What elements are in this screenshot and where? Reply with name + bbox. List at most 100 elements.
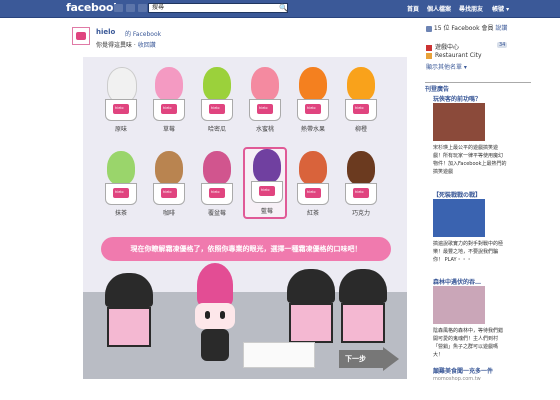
swirl-icon bbox=[299, 151, 327, 185]
swirl-icon bbox=[203, 67, 231, 101]
game-center-count: 34 bbox=[497, 42, 508, 48]
flavor-cup-coffee[interactable]: 咖啡 bbox=[147, 151, 191, 221]
restaurant-city-label: Restaurant City bbox=[435, 52, 482, 59]
flavor-cup-strawberry[interactable]: 草莓 bbox=[147, 67, 191, 137]
cup-badge bbox=[259, 186, 275, 196]
cup-badge bbox=[305, 104, 321, 114]
mascot-eye bbox=[205, 311, 210, 319]
flavor-label: 藍莓 bbox=[260, 208, 273, 215]
nav-account[interactable]: 帳號 ▾ bbox=[492, 4, 509, 13]
swirl-icon bbox=[251, 67, 279, 101]
cup-badge bbox=[209, 188, 225, 198]
flavor-label: 水蜜桃 bbox=[255, 126, 274, 133]
mascot-character bbox=[185, 263, 245, 375]
page-name[interactable]: hielo bbox=[96, 28, 115, 36]
swirl-icon bbox=[107, 67, 137, 103]
like-status-text: 你覺得這異味 · bbox=[96, 42, 138, 49]
swirl-icon bbox=[253, 149, 281, 183]
next-step-button[interactable]: 下一步 bbox=[339, 347, 401, 371]
mascot-body bbox=[201, 329, 229, 361]
flavor-cup-tropical[interactable]: 熱帶水果 bbox=[291, 67, 335, 137]
flavor-label: 紅茶 bbox=[306, 210, 319, 217]
ad-title[interactable]: 【死裝戰戰の戰】 bbox=[433, 190, 481, 199]
game-center-item[interactable]: 遊戲中心 bbox=[426, 42, 459, 51]
swirl-icon bbox=[155, 151, 183, 185]
nav-find-friends[interactable]: 尋找朋友 bbox=[459, 4, 483, 13]
flavor-label: 草莓 bbox=[162, 126, 175, 133]
cup-badge bbox=[161, 104, 177, 114]
yogurt-machine-right bbox=[335, 269, 391, 347]
flavor-cup-raspberry[interactable]: 覆盆莓 bbox=[195, 151, 239, 221]
top-bar: facebook 搜尋 🔍 首頁 個人檔案 尋找朋友 帳號 ▾ bbox=[0, 0, 560, 18]
ad-image[interactable] bbox=[433, 103, 485, 141]
machine-base bbox=[107, 307, 151, 347]
notifications-icon[interactable] bbox=[138, 4, 147, 12]
mascot-face bbox=[195, 303, 235, 329]
flavor-cup-black-tea[interactable]: 紅茶 bbox=[291, 151, 335, 221]
ad-title[interactable]: 玩俠客的前功嗎？ bbox=[433, 94, 481, 103]
flavor-cup-blueberry[interactable]: 藍莓 bbox=[243, 147, 287, 219]
nav-home[interactable]: 首頁 bbox=[407, 4, 419, 13]
friends-like-text: 15 位 Facebook 會員 bbox=[433, 25, 494, 32]
machine-top bbox=[105, 273, 153, 307]
show-more-link[interactable]: 顯示其他名單 ▾ bbox=[426, 62, 467, 71]
machine-top bbox=[287, 269, 335, 303]
flavor-cup-plain[interactable]: 原味 bbox=[99, 67, 143, 137]
game-center-label: 遊戲中心 bbox=[435, 44, 460, 51]
mascot-eye bbox=[220, 311, 225, 319]
cup-badge bbox=[161, 188, 177, 198]
friend-requests-icon[interactable] bbox=[114, 4, 123, 12]
friends-like-link[interactable]: 說讚 bbox=[495, 25, 507, 32]
flavor-label: 抹茶 bbox=[114, 210, 127, 217]
messages-icon[interactable] bbox=[126, 4, 135, 12]
cup-badge bbox=[353, 104, 369, 114]
machine-top bbox=[339, 269, 387, 303]
cup-badge bbox=[353, 188, 369, 198]
ad-description: 搞遍說歌實力的對手對戰中的極樂！最豐之地，不要說我們騙你！ PLAY・・・ bbox=[433, 241, 504, 263]
cup-badge bbox=[113, 188, 129, 198]
game-center-icon bbox=[426, 44, 432, 51]
ad-description: momoshop.com.tw bbox=[433, 376, 481, 382]
arrow-right-icon bbox=[383, 347, 399, 371]
swirl-icon bbox=[203, 151, 231, 185]
frozen-yogurt-game[interactable]: 原味 草莓 哈密瓜 水蜜桃 熱帶水果 柳橙 抹茶 咖啡 覆盆莓 藍莓 紅茶 巧克… bbox=[83, 57, 407, 379]
next-step-label: 下一步 bbox=[345, 355, 366, 363]
flavor-label: 柳橙 bbox=[354, 126, 367, 133]
page-avatar[interactable] bbox=[72, 27, 90, 45]
flavor-cup-orange[interactable]: 柳橙 bbox=[339, 67, 383, 137]
serving-counter bbox=[243, 342, 315, 368]
restaurant-city-item[interactable]: Restaurant City bbox=[426, 52, 482, 59]
machine-base bbox=[289, 303, 333, 343]
ad-title[interactable]: 顛難美食聞一充多一件 bbox=[433, 366, 493, 375]
people-icon bbox=[426, 25, 432, 32]
like-status: 你覺得這異味 · 收回讚 bbox=[96, 40, 156, 49]
cup-badge bbox=[113, 104, 129, 114]
flavor-label: 原味 bbox=[114, 126, 127, 133]
flavor-cup-melon[interactable]: 哈密瓜 bbox=[195, 67, 239, 137]
swirl-icon bbox=[107, 151, 135, 185]
flavor-cup-peach[interactable]: 水蜜桃 bbox=[243, 67, 287, 137]
nav-profile[interactable]: 個人檔案 bbox=[427, 4, 451, 13]
swirl-icon bbox=[347, 67, 375, 101]
flavor-label: 熱帶水果 bbox=[300, 126, 325, 133]
search-icon[interactable]: 🔍 bbox=[279, 4, 288, 12]
friends-like-line: 15 位 Facebook 會員 說讚 bbox=[426, 25, 546, 33]
ad-description: 宋杉瑛上最公平的遊戲搞笑遊戲！所有玩家一律平等使用魔幻物件！加入Facebook… bbox=[433, 145, 507, 175]
flavor-cup-matcha[interactable]: 抹茶 bbox=[99, 151, 143, 221]
unlike-link[interactable]: 收回讚 bbox=[138, 42, 156, 49]
search-input[interactable]: 搜尋 bbox=[148, 3, 288, 13]
yogurt-machine-left bbox=[101, 273, 157, 351]
ad-title[interactable]: 森林中遇伏的吞… bbox=[433, 277, 481, 286]
flavor-label: 哈密瓜 bbox=[207, 126, 226, 133]
flavor-label: 巧克力 bbox=[351, 210, 370, 217]
hielo-logo-icon bbox=[76, 32, 86, 40]
flavor-label: 咖啡 bbox=[162, 210, 175, 217]
sponsored-header[interactable]: 刊登廣告 bbox=[425, 82, 531, 93]
ad-image[interactable] bbox=[433, 286, 485, 324]
facebook-logo[interactable]: facebook bbox=[66, 1, 120, 14]
yogurt-machine-center bbox=[283, 269, 339, 347]
cup-badge bbox=[257, 104, 273, 114]
flavor-cup-chocolate[interactable]: 巧克力 bbox=[339, 151, 383, 221]
ad-image[interactable] bbox=[433, 199, 485, 237]
prompt-bubble: 現在你瞭解霜凍優格了，依照你專業的眼光，選擇一種霜凍優格的口味吧！ bbox=[101, 237, 391, 261]
